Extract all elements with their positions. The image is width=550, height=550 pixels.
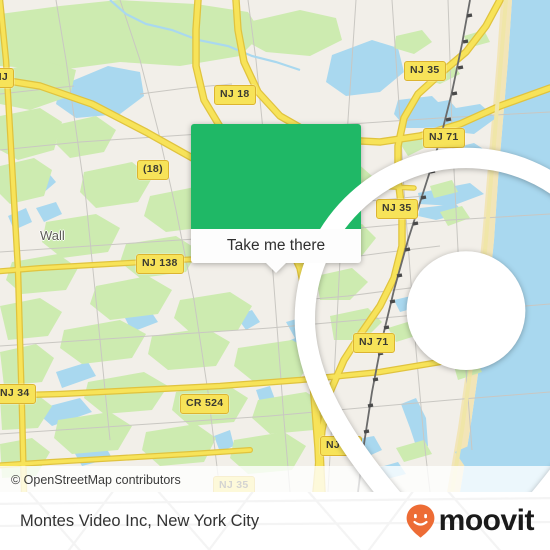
place-label-wall: Wall <box>40 228 65 243</box>
location-pin-icon <box>294 147 550 492</box>
road-shield: NJ <box>0 68 15 88</box>
popup-action-bar[interactable]: Take me there <box>191 229 361 273</box>
moovit-wordmark: moovit <box>438 504 535 537</box>
screenshot-root: NJ 35 NJ 18 NJ 71 (18) NJ 35 NJ 138 NJ 7… <box>0 0 550 550</box>
road-shield: (18) <box>137 160 169 180</box>
popup-tail <box>265 262 287 273</box>
road-shield: NJ 18 <box>214 85 256 105</box>
osm-attribution[interactable]: © OpenStreetMap contributors <box>11 473 181 487</box>
road-shield: NJ 34 <box>0 384 36 404</box>
road-shield: NJ 138 <box>136 254 184 274</box>
take-me-there-label: Take me there <box>226 237 326 254</box>
moovit-logo[interactable]: moovit <box>404 503 535 539</box>
bottom-bar: Montes Video Inc, New York City moovit <box>0 492 550 550</box>
road-shield: NJ 35 <box>404 61 446 81</box>
place-title: Montes Video Inc, New York City <box>20 511 260 530</box>
moovit-smiley-pin-icon <box>406 504 435 538</box>
popup-pin-area <box>191 124 550 492</box>
destination-popup[interactable]: Take me there <box>191 124 550 492</box>
map-canvas[interactable]: NJ 35 NJ 18 NJ 71 (18) NJ 35 NJ 138 NJ 7… <box>0 0 550 492</box>
